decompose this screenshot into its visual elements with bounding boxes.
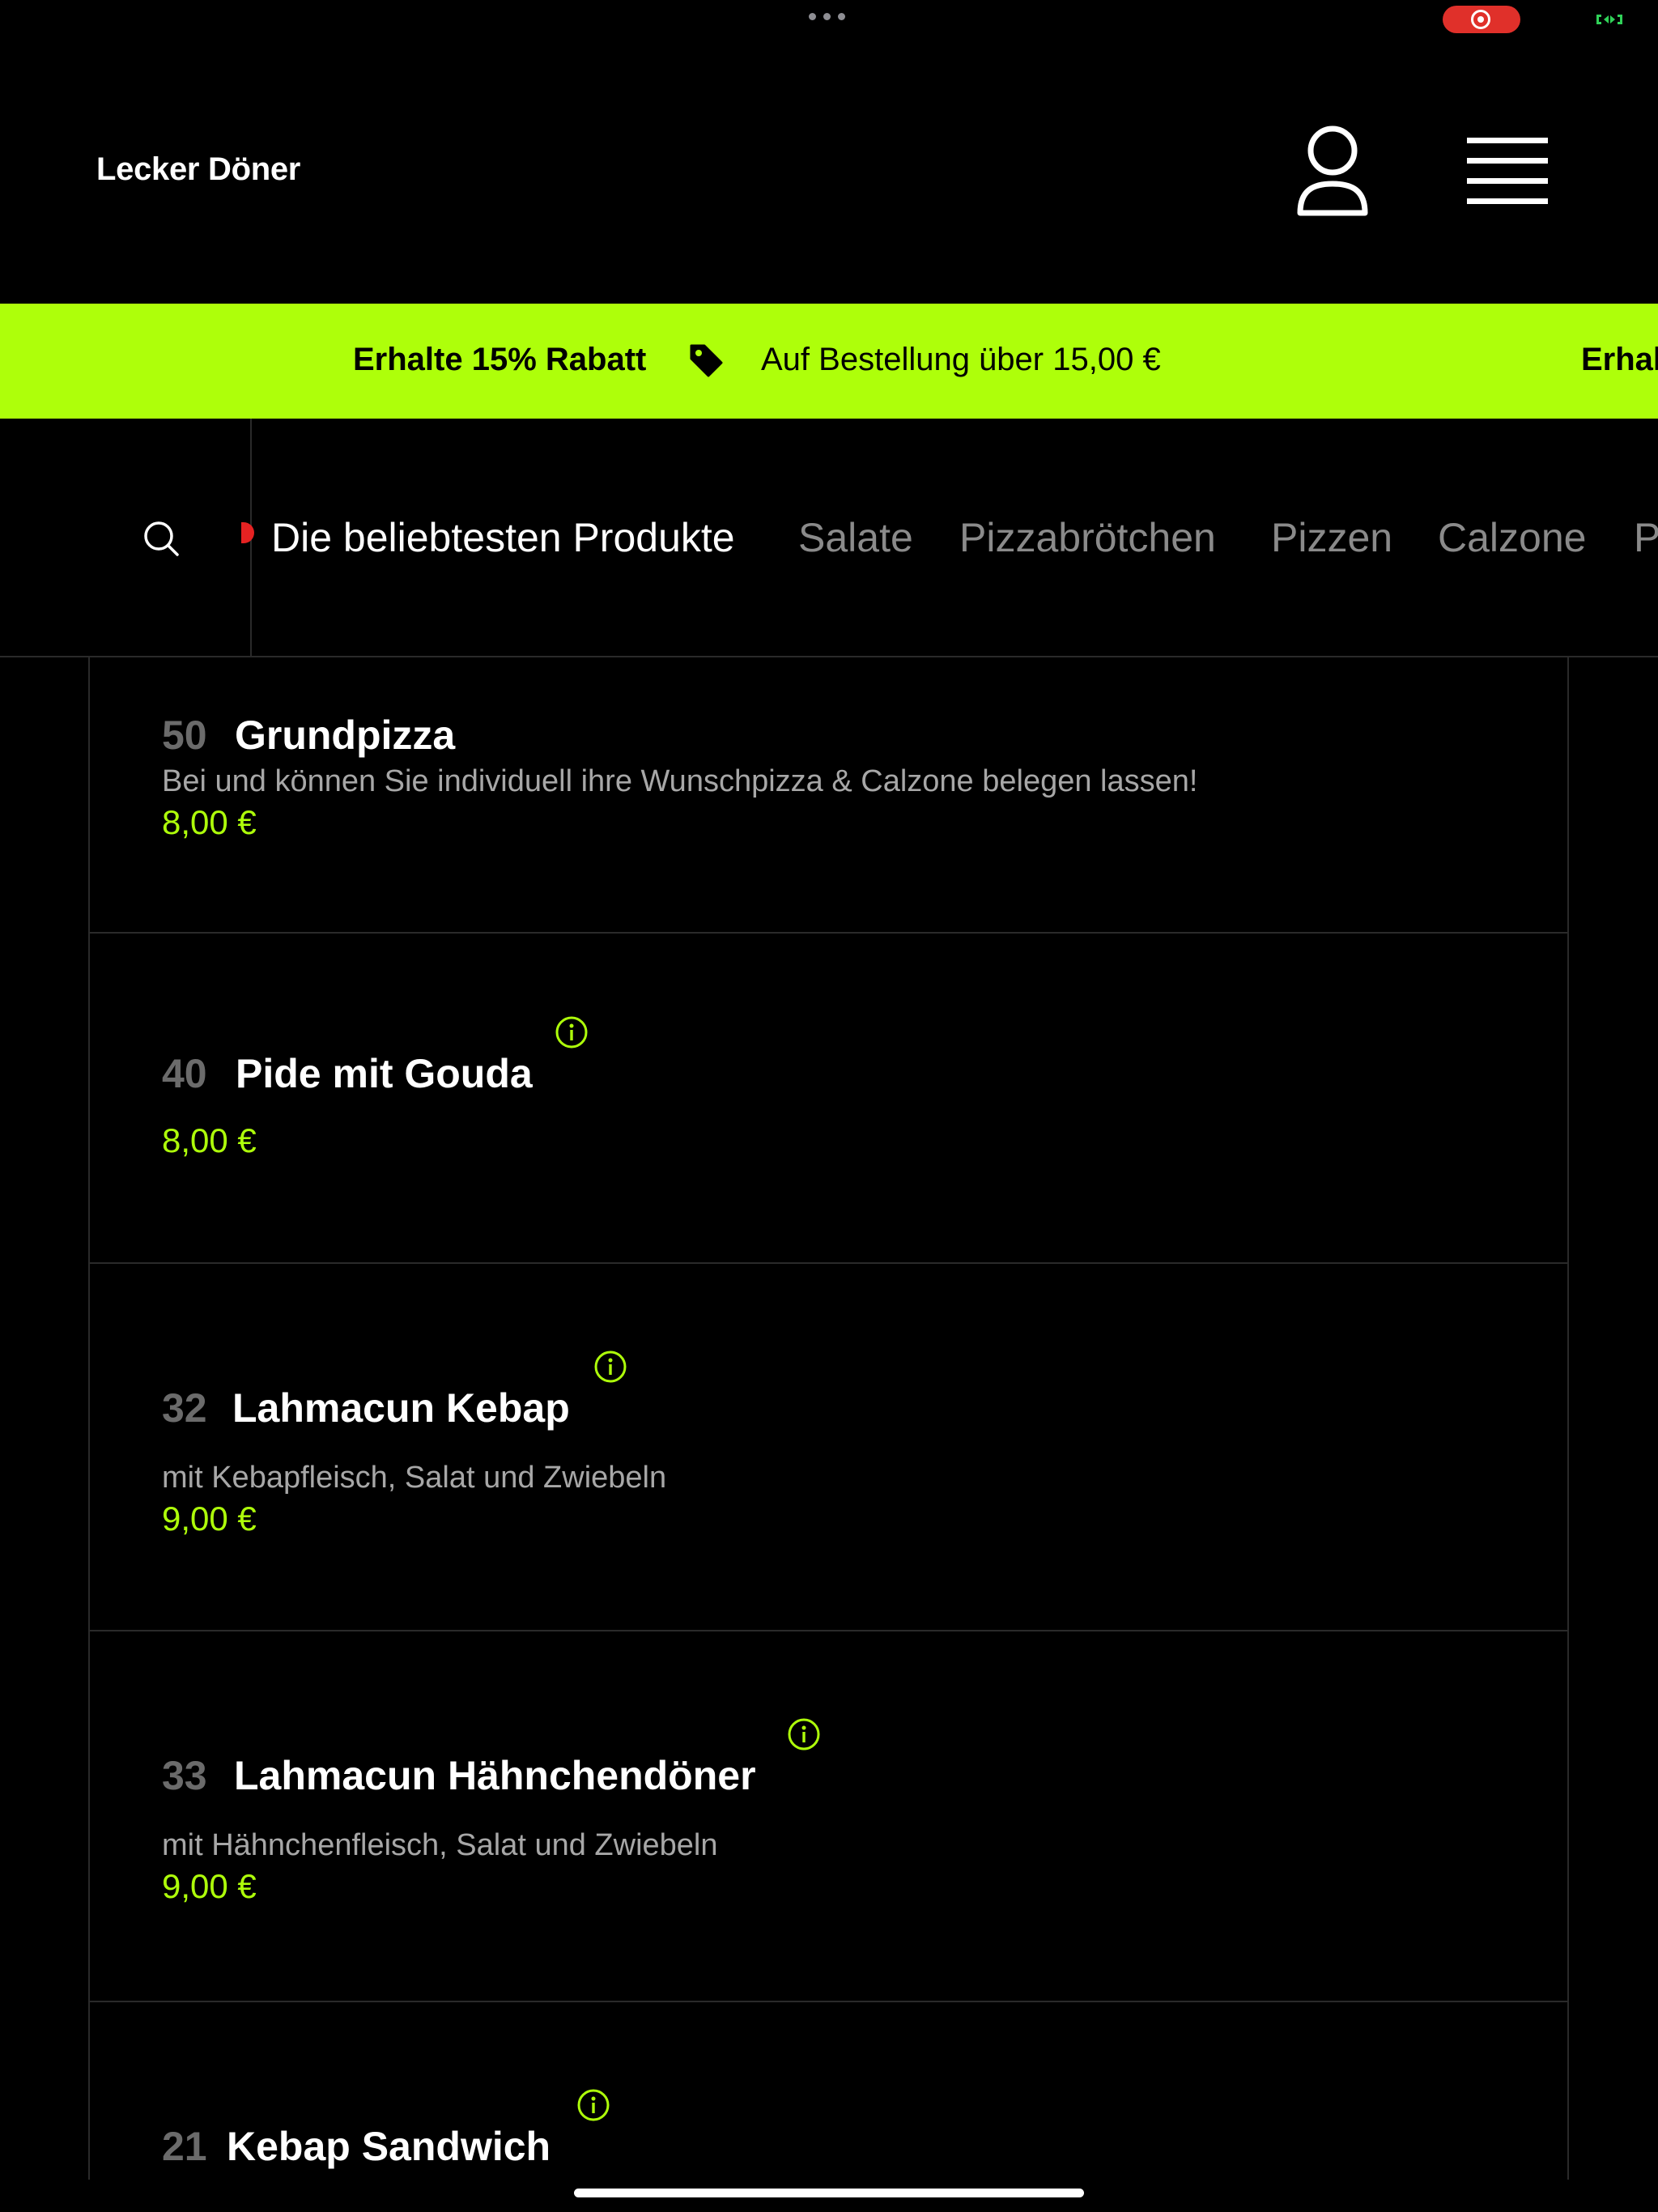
info-icon[interactable] <box>555 1015 589 1049</box>
product-name: Kebap Sandwich <box>227 2124 551 2169</box>
product-price: 8,00 € <box>162 803 257 841</box>
product-card[interactable]: 33 Lahmacun Hähnchendöner mit Hähnchenfl… <box>90 1633 1567 2002</box>
status-bar <box>0 0 1658 40</box>
category-nav: Die beliebtesten Produkte Salate Pizzabr… <box>0 419 1658 657</box>
promo-discount-label: Erhalte 15% Rabatt <box>353 342 647 377</box>
screen-mirror-icon <box>1596 15 1622 24</box>
tab-calzone[interactable]: Calzone <box>1438 514 1586 561</box>
active-category-indicator <box>241 522 254 543</box>
product-description: Bei und können Sie individuell ihre Wuns… <box>162 764 1198 798</box>
product-description: mit Hähnchenfleisch, Salat und Zwiebeln <box>162 1828 718 1862</box>
product-card[interactable]: 21 Kebap Sandwich <box>90 2004 1567 2180</box>
product-price: 9,00 € <box>162 1867 257 1905</box>
tab-beliebteste-produkte[interactable]: Die beliebtesten Produkte <box>271 514 735 561</box>
product-description: mit Kebapfleisch, Salat und Zwiebeln <box>162 1461 667 1495</box>
app-screen: Lecker Döner Erhalte 15% Rabatt Auf Best… <box>0 0 1658 2212</box>
tab-next-category[interactable]: P <box>1634 514 1658 561</box>
promo-condition-label: Auf Bestellung über 15,00 € <box>761 342 1161 377</box>
product-number: 40 <box>162 1051 207 1096</box>
search-icon <box>144 521 179 556</box>
header: Lecker Döner <box>0 40 1658 304</box>
info-icon[interactable] <box>787 1717 821 1751</box>
search-button[interactable] <box>0 419 252 656</box>
product-number: 32 <box>162 1385 207 1431</box>
product-number: 21 <box>162 2124 207 2169</box>
home-indicator[interactable] <box>574 2189 1084 2197</box>
hamburger-menu-icon[interactable] <box>1467 136 1548 206</box>
screen-recording-icon[interactable] <box>1443 6 1520 33</box>
product-number: 50 <box>162 713 207 758</box>
product-card[interactable]: 32 Lahmacun Kebap mit Kebapfleisch, Sala… <box>90 1266 1567 1631</box>
product-card[interactable]: 40 Pide mit Gouda 8,00 € <box>90 935 1567 1264</box>
tag-icon <box>690 344 723 377</box>
tab-pizzen[interactable]: Pizzen <box>1271 514 1392 561</box>
user-icon[interactable] <box>1294 124 1371 218</box>
product-number: 33 <box>162 1753 207 1798</box>
promo-banner: Erhalte 15% Rabatt Auf Bestellung über 1… <box>0 304 1658 419</box>
tab-pizzabroetchen[interactable]: Pizzabrötchen <box>959 514 1216 561</box>
multitasking-dots-icon[interactable] <box>809 13 845 20</box>
info-icon[interactable] <box>593 1350 627 1384</box>
tab-salate[interactable]: Salate <box>798 514 913 561</box>
promo-discount-label-repeat: Erhal <box>1581 342 1658 377</box>
product-list: 50 Grundpizza Bei und können Sie individ… <box>88 657 1569 2180</box>
product-price: 8,00 € <box>162 1121 257 1159</box>
product-name: Pide mit Gouda <box>236 1051 533 1096</box>
product-name: Lahmacun Hähnchendöner <box>234 1753 756 1798</box>
product-name: Grundpizza <box>235 713 456 758</box>
product-price: 9,00 € <box>162 1499 257 1538</box>
product-card[interactable]: 50 Grundpizza Bei und können Sie individ… <box>90 657 1567 934</box>
info-icon[interactable] <box>576 2088 610 2122</box>
brand-name[interactable]: Lecker Döner <box>96 151 300 188</box>
product-name: Lahmacun Kebap <box>232 1385 570 1431</box>
